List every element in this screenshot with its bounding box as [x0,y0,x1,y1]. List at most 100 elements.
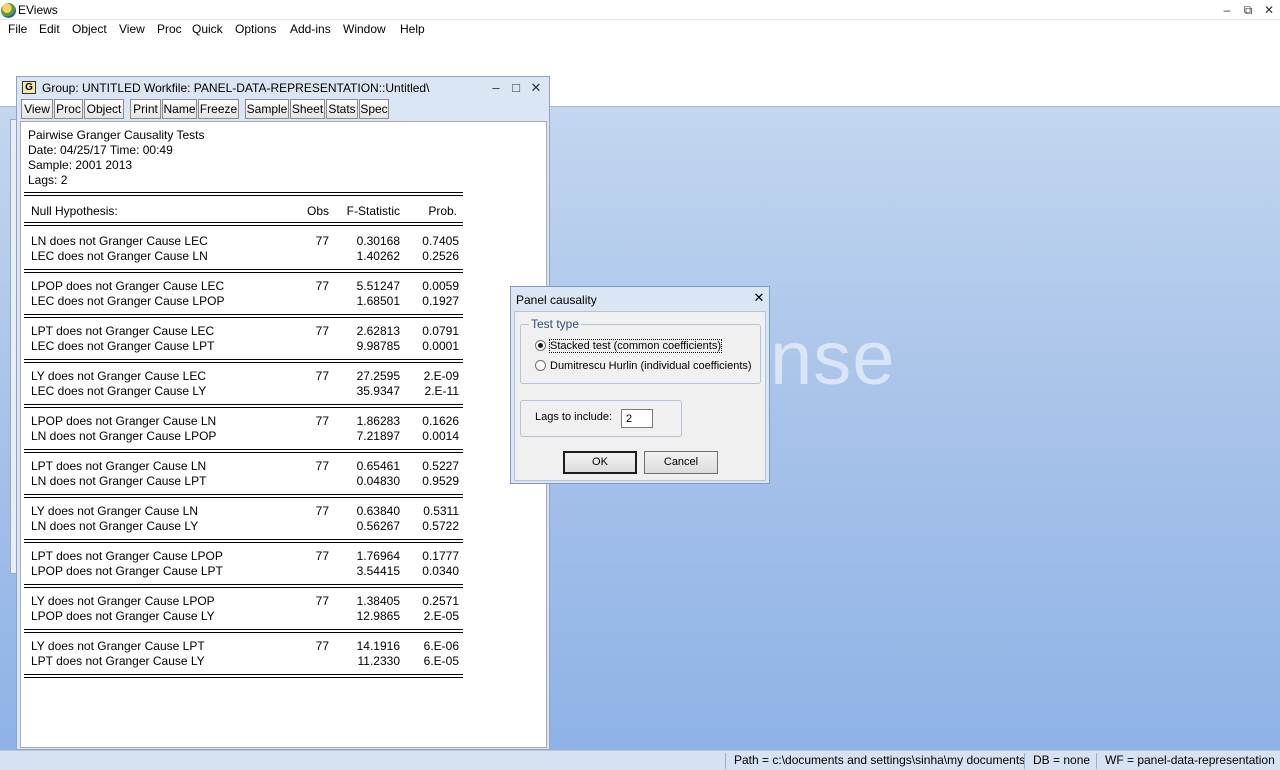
workspace-watermark: nse [770,316,896,401]
hypothesis-cell: LPOP does not Granger Cause LN [31,414,217,428]
hypothesis-cell: LPT does not Granger Cause LY [31,654,205,668]
menu-view[interactable]: View [119,22,145,36]
group-close-icon[interactable]: ✕ [527,79,545,96]
prob-cell: 0.0059 [422,279,459,293]
restore-icon[interactable]: ⧉ [1238,1,1258,19]
fstat-cell: 0.04830 [356,474,400,488]
output-table[interactable]: Pairwise Granger Causality Tests Date: 0… [20,121,547,748]
toolbar-proc-button[interactable]: Proc [54,99,83,119]
hypothesis-cell: LN does not Granger Cause LEC [31,234,208,248]
output-lags: Lags: 2 [28,173,68,187]
table-rule [24,629,463,630]
toolbar-sample-button[interactable]: Sample [245,99,289,119]
hypothesis-cell: LPT does not Granger Cause LPOP [31,549,223,563]
table-rule [24,452,463,453]
fstat-cell: 7.21897 [356,429,400,443]
lags-group: Lags to include: [520,400,682,437]
obs-cell: 77 [315,549,329,563]
prob-cell: 0.0014 [422,429,459,443]
menu-object[interactable]: Object [72,22,107,36]
hypothesis-cell: LY does not Granger Cause LPOP [31,594,215,608]
prob-cell: 0.1927 [422,294,459,308]
table-rule [24,317,463,318]
stacked-test-radio[interactable] [535,340,546,351]
obs-cell: 77 [315,504,329,518]
group-icon: G [22,81,36,94]
menu-proc[interactable]: Proc [157,22,182,36]
obs-cell: 77 [315,234,329,248]
test-type-group: Test type Stacked test (common coefficie… [520,317,761,384]
menu-window[interactable]: Window [343,22,386,36]
fstat-cell: 0.56267 [356,519,400,533]
lags-label: Lags to include: [535,411,613,423]
prob-cell: 2.E-09 [423,369,459,383]
hypothesis-cell: LEC does not Granger Cause LY [31,384,207,398]
group-maximize-icon[interactable]: □ [507,79,525,96]
toolbar-object-button[interactable]: Object [84,99,124,119]
dialog-close-icon[interactable]: ✕ [751,290,767,306]
hypothesis-cell: LN does not Granger Cause LPT [31,474,207,488]
lags-input[interactable] [621,409,653,428]
obs-cell: 77 [315,639,329,653]
ok-button[interactable]: OK [563,451,637,474]
menu-help[interactable]: Help [400,22,425,36]
table-rule [24,359,463,360]
fstat-cell: 0.63840 [356,504,400,518]
hypothesis-cell: LPOP does not Granger Cause LEC [31,279,225,293]
minimize-icon[interactable]: – [1217,1,1237,19]
toolbar-name-button[interactable]: Name [162,99,197,119]
output-sample: Sample: 2001 2013 [28,158,133,172]
group-window-titlebar[interactable]: G Group: UNTITLED Workfile: PANEL-DATA-R… [17,77,549,98]
stacked-test-label[interactable]: Stacked test (common coefficients) [549,339,722,353]
dumitrescu-hurlin-label[interactable]: Dumitrescu Hurlin (individual coefficien… [550,360,752,372]
menu-options[interactable]: Options [235,22,276,36]
fstat-cell: 1.40262 [356,249,400,263]
fstat-cell: 1.68501 [356,294,400,308]
obs-cell: 77 [315,594,329,608]
fstat-cell: 2.62813 [356,324,400,338]
prob-cell: 0.0791 [422,324,459,338]
obs-cell: 77 [315,369,329,383]
prob-cell: 6.E-05 [423,654,459,668]
hypothesis-cell: LEC does not Granger Cause LPT [31,339,215,353]
table-rule [24,632,463,633]
dumitrescu-hurlin-radio[interactable] [535,360,546,371]
fstat-cell: 9.98785 [356,339,400,353]
menu-quick[interactable]: Quick [192,22,223,36]
menu-file[interactable]: File [8,22,27,36]
table-rule [24,195,463,196]
test-type-label: Test type [529,317,582,331]
menu-addins[interactable]: Add-ins [290,22,331,36]
prob-cell: 0.5227 [422,459,459,473]
hypothesis-cell: LPT does not Granger Cause LN [31,459,207,473]
statusbar: Path = c:\documents and settings\sinha\m… [0,750,1280,770]
hypothesis-cell: LPT does not Granger Cause LEC [31,324,215,338]
close-icon[interactable]: ✕ [1259,1,1279,19]
menubar: File Edit Object View Proc Quick Options… [0,20,1280,38]
fstat-cell: 35.9347 [356,384,400,398]
group-minimize-icon[interactable]: – [487,79,505,96]
toolbar-sheet-button[interactable]: Sheet [290,99,325,119]
status-path: Path = c:\documents and settings\sinha\m… [725,753,1025,769]
fstat-cell: 12.9865 [356,609,400,623]
cancel-button[interactable]: Cancel [644,451,718,474]
table-rule [24,674,463,675]
toolbar-spec-button[interactable]: Spec [359,99,389,119]
prob-cell: 0.9529 [422,474,459,488]
app-titlebar: EViews – ⧉ ✕ [0,0,1280,20]
table-rule [24,497,463,498]
table-rule [24,584,463,585]
toolbar-freeze-button[interactable]: Freeze [198,99,239,119]
obs-cell: 77 [315,414,329,428]
group-toolbar: View Proc Object Print Name Freeze Sampl… [19,98,547,120]
prob-cell: 0.2571 [422,594,459,608]
panel-causality-dialog: Panel causality ✕ Test type Stacked test… [510,286,770,484]
dialog-body: Test type Stacked test (common coefficie… [514,311,766,481]
fstat-cell: 0.65461 [356,459,400,473]
menu-edit[interactable]: Edit [39,22,60,36]
toolbar-stats-button[interactable]: Stats [326,99,358,119]
hypothesis-cell: LN does not Granger Cause LY [31,519,199,533]
toolbar-view-button[interactable]: View [21,99,53,119]
status-db: DB = none [1024,753,1090,769]
toolbar-print-button[interactable]: Print [130,99,161,119]
